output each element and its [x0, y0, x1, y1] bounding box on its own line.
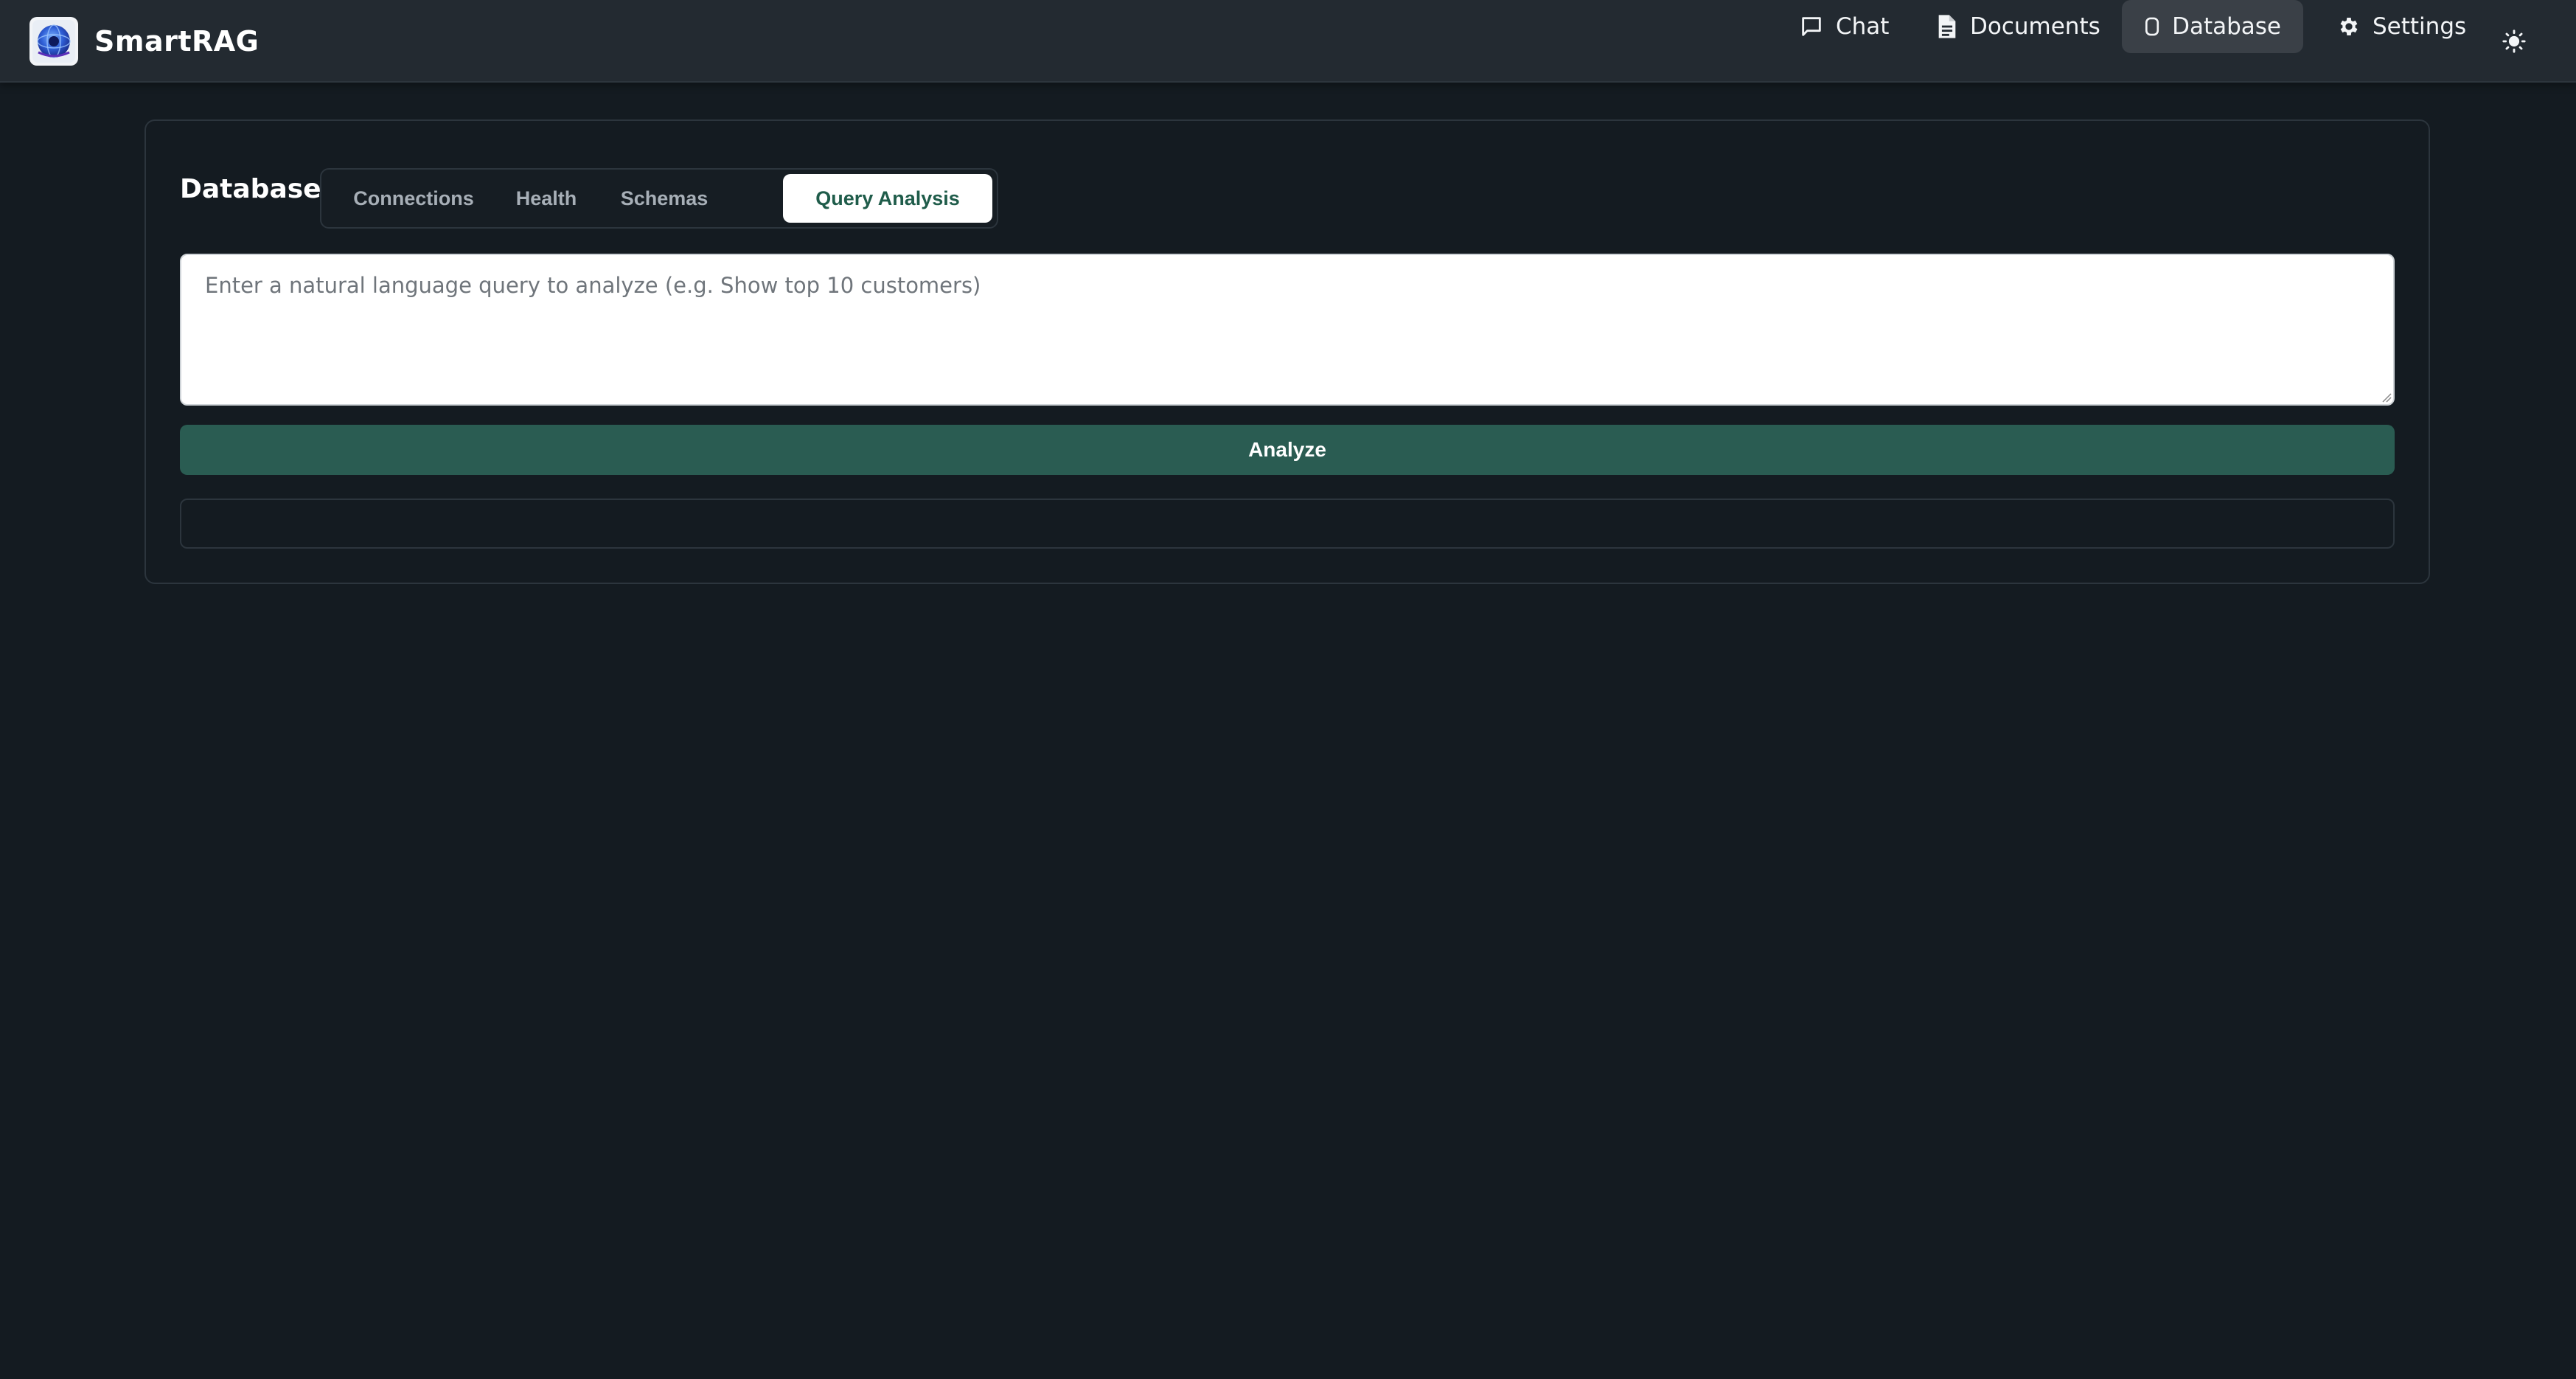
globe-logo-icon	[29, 17, 78, 66]
sun-icon	[2502, 29, 2526, 53]
gear-icon	[2340, 18, 2358, 35]
nav-item-database[interactable]: Database	[2122, 0, 2303, 53]
resize-grip-icon[interactable]	[2380, 391, 2392, 403]
nav-item-label: Settings	[2373, 13, 2467, 40]
analyze-button[interactable]: Analyze	[180, 425, 2395, 475]
tab-query-analysis[interactable]: Query Analysis	[783, 174, 992, 223]
theme-toggle-button[interactable]	[2488, 15, 2541, 68]
app-name: SmartRAG	[94, 25, 260, 58]
tab-health[interactable]: Health	[504, 174, 588, 223]
analysis-result	[180, 499, 2395, 549]
chat-bubble-icon	[1802, 17, 1821, 36]
database-tabs: Connections Health Schemas Query Analysi…	[320, 168, 998, 229]
nav-item-documents[interactable]: Documents	[1914, 0, 2123, 53]
brand[interactable]: SmartRAG	[29, 16, 259, 66]
document-icon	[1938, 15, 1956, 38]
query-input[interactable]	[180, 254, 2395, 406]
nav-item-label: Database	[2172, 13, 2281, 40]
section-title: Database	[180, 174, 321, 204]
nav-item-label: Documents	[1970, 13, 2100, 40]
database-icon	[2145, 17, 2159, 36]
database-panel: Database Connections Health Schemas Quer…	[145, 119, 2430, 584]
tab-connections[interactable]: Connections	[344, 174, 484, 223]
tab-schemas[interactable]: Schemas	[609, 174, 720, 223]
nav-item-label: Chat	[1836, 13, 1890, 40]
nav-item-settings[interactable]: Settings	[2315, 0, 2488, 53]
nav-item-chat[interactable]: Chat	[1777, 0, 1911, 53]
top-navbar: SmartRAG Chat Documents Database Setting…	[0, 0, 2576, 83]
